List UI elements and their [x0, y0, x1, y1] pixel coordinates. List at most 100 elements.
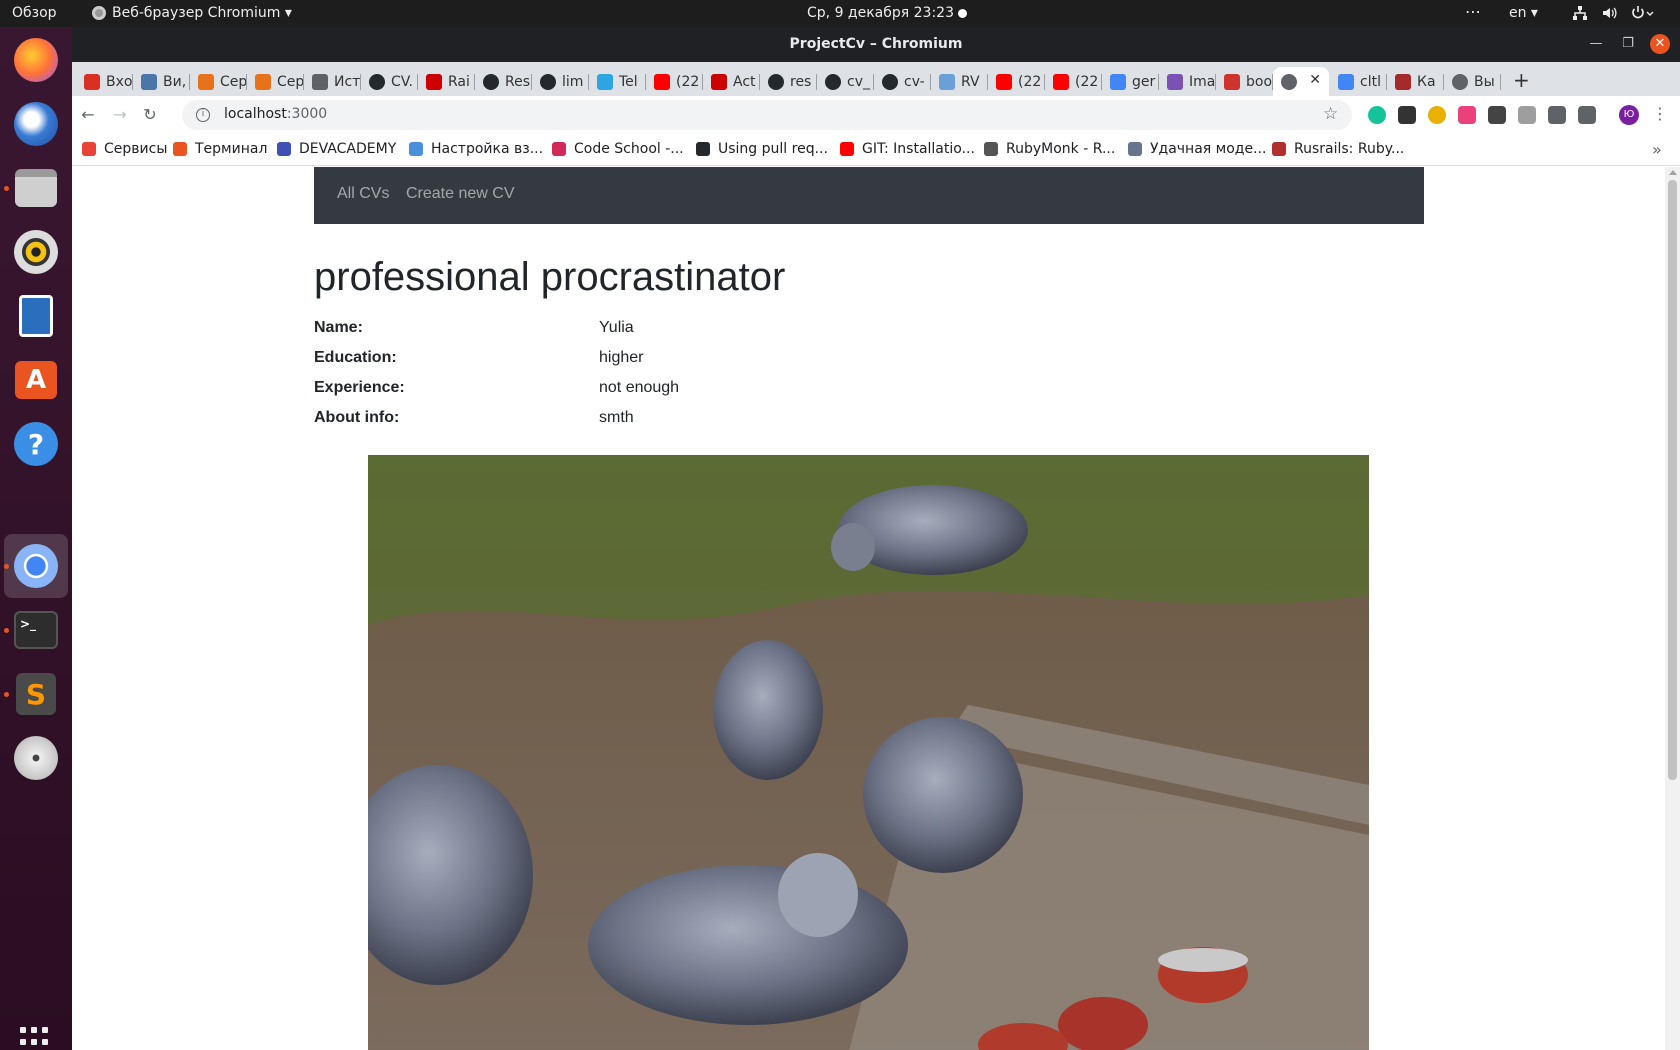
bookmark-item[interactable]: Терминал — [173, 141, 267, 157]
chromium-icon — [14, 544, 58, 588]
bookmark-item[interactable]: Code School -... — [552, 141, 684, 157]
tab[interactable]: cv_ — [817, 67, 873, 96]
forward-icon[interactable]: → — [110, 105, 130, 125]
gmail-icon — [84, 73, 100, 90]
font-extension-icon[interactable] — [1458, 106, 1476, 124]
tab[interactable]: Вы — [1444, 67, 1500, 96]
dock-help[interactable]: ? — [11, 419, 61, 469]
close-window-icon[interactable]: ✕ — [1650, 34, 1670, 54]
media-queue-icon[interactable] — [1578, 106, 1596, 124]
scroll-up-arrow-icon[interactable] — [1669, 170, 1677, 175]
cv-field-value: Yulia — [599, 319, 634, 336]
more-bookmarks-icon[interactable]: » — [1652, 140, 1662, 159]
bookmark-item[interactable]: Удачная моде... — [1128, 141, 1266, 157]
color-extension-icon[interactable] — [1428, 106, 1446, 124]
bookmark-item[interactable]: Настройка вз... — [409, 141, 543, 157]
tab[interactable]: cv- — [874, 67, 930, 96]
scrollbar-thumb[interactable] — [1668, 180, 1677, 780]
tab[interactable]: Res — [475, 67, 531, 96]
tab[interactable]: Сер — [190, 67, 246, 96]
image-extension-icon[interactable] — [1518, 106, 1536, 124]
address-bar[interactable]: i localhost:3000 ☆ — [182, 100, 1352, 130]
tab-label: (22 — [1018, 73, 1042, 90]
tab[interactable]: boo — [1216, 67, 1272, 96]
thunderbird-icon — [14, 102, 58, 146]
tab[interactable]: Ка — [1387, 67, 1443, 96]
tab[interactable]: Сер — [247, 67, 303, 96]
github-icon — [882, 73, 898, 90]
dock-chromium[interactable] — [11, 541, 61, 591]
tab[interactable]: (22 — [646, 67, 702, 96]
tab[interactable]: (22 — [988, 67, 1044, 96]
github-icon — [768, 73, 784, 90]
tab[interactable]: Вхо — [76, 67, 132, 96]
chromium-window: ProjectCv – Chromium — ❐ ✕ Вхо Ви, Сер Сер И… — [72, 27, 1680, 1050]
nav-create-cv-link[interactable]: Create new CV — [406, 185, 515, 203]
keyboard-layout-indicator[interactable]: en ▾ — [1509, 5, 1538, 21]
app-menu[interactable]: Веб-браузер Chromium ▾ — [92, 5, 292, 21]
browser-menu-icon[interactable]: ⋮ — [1652, 104, 1668, 123]
dock-files[interactable] — [11, 163, 61, 213]
screen-extension-icon[interactable] — [1488, 106, 1506, 124]
tab[interactable]: Rai — [418, 67, 474, 96]
maximize-icon[interactable]: ❐ — [1618, 34, 1638, 54]
reload-icon[interactable]: ↻ — [140, 105, 160, 125]
url-text[interactable]: localhost:3000 — [224, 106, 327, 122]
activities-button[interactable]: Обзор — [12, 5, 57, 21]
tab[interactable]: RV — [931, 67, 987, 96]
dock-terminal[interactable]: >_ — [11, 605, 61, 655]
tab-active[interactable]: ✕ — [1273, 67, 1329, 96]
back-icon[interactable]: ← — [78, 105, 98, 125]
dock-libreoffice-writer[interactable] — [11, 291, 61, 341]
new-tab-icon[interactable]: + — [1513, 68, 1530, 92]
tab[interactable]: Act — [703, 67, 759, 96]
tray-more-icon[interactable]: ⋯ — [1465, 2, 1481, 21]
bookmark-star-icon[interactable]: ☆ — [1323, 104, 1338, 124]
bookmark-item[interactable]: Using pull req... — [696, 141, 828, 157]
close-tab-icon[interactable]: ✕ — [1309, 72, 1321, 88]
dock-software-center[interactable]: A — [11, 355, 61, 405]
tab[interactable]: cltl — [1330, 67, 1386, 96]
cv-title: professional procrastinator — [314, 255, 786, 299]
volume-icon[interactable] — [1601, 5, 1617, 25]
tab[interactable]: Ima — [1159, 67, 1215, 96]
show-applications-icon[interactable] — [20, 1027, 52, 1050]
tab-label: Сер — [277, 73, 303, 90]
bookmark-label: Code School -... — [574, 141, 684, 157]
bookmark-item[interactable]: DEVACADEMY — [277, 141, 396, 157]
ubuntu-dock: A ? >_ S — [0, 27, 72, 1050]
tab[interactable]: CV. — [361, 67, 417, 96]
minimize-icon[interactable]: — — [1586, 34, 1606, 54]
dock-rhythmbox[interactable] — [11, 227, 61, 277]
bookmark-item[interactable]: GIT: Installatio... — [840, 141, 975, 157]
tab[interactable]: lim — [532, 67, 588, 96]
cv-photo — [368, 455, 1369, 1050]
bookmark-item[interactable]: RubyMonk - R... — [984, 141, 1115, 157]
bookmark-item[interactable]: Сервисы — [82, 141, 167, 157]
site-info-icon[interactable]: i — [196, 108, 210, 122]
extensions-puzzle-icon[interactable] — [1548, 106, 1566, 124]
tab-label: RV — [961, 73, 980, 90]
tab[interactable]: (22 — [1045, 67, 1101, 96]
tab[interactable]: res — [760, 67, 816, 96]
dock-sublime-text[interactable]: S — [11, 669, 61, 719]
dock-optical-drive[interactable] — [11, 733, 61, 783]
network-icon[interactable] — [1572, 5, 1588, 25]
tab[interactable]: Ви, — [133, 67, 189, 96]
tab[interactable]: ger — [1102, 67, 1158, 96]
tab[interactable]: Ист — [304, 67, 360, 96]
grammarly-extension-icon[interactable] — [1368, 106, 1386, 124]
dock-thunderbird[interactable] — [11, 99, 61, 149]
bookmark-item[interactable]: Rusrails: Ruby... — [1272, 141, 1404, 157]
window-title-bar[interactable]: ProjectCv – Chromium — ❐ ✕ — [72, 27, 1680, 62]
page-scrollbar[interactable] — [1665, 167, 1680, 1050]
profile-avatar[interactable]: Ю — [1619, 105, 1639, 125]
clock[interactable]: Ср, 9 декабря 23:23 — [807, 5, 954, 21]
power-menu-icon[interactable] — [1630, 5, 1654, 25]
nav-all-cvs-link[interactable]: All CVs — [337, 185, 389, 203]
tab-label: res — [790, 73, 812, 90]
youtube-icon — [1053, 73, 1069, 90]
checkmark-extension-icon[interactable] — [1398, 106, 1416, 124]
tab[interactable]: Tel — [589, 67, 645, 96]
dock-firefox[interactable] — [11, 35, 61, 85]
